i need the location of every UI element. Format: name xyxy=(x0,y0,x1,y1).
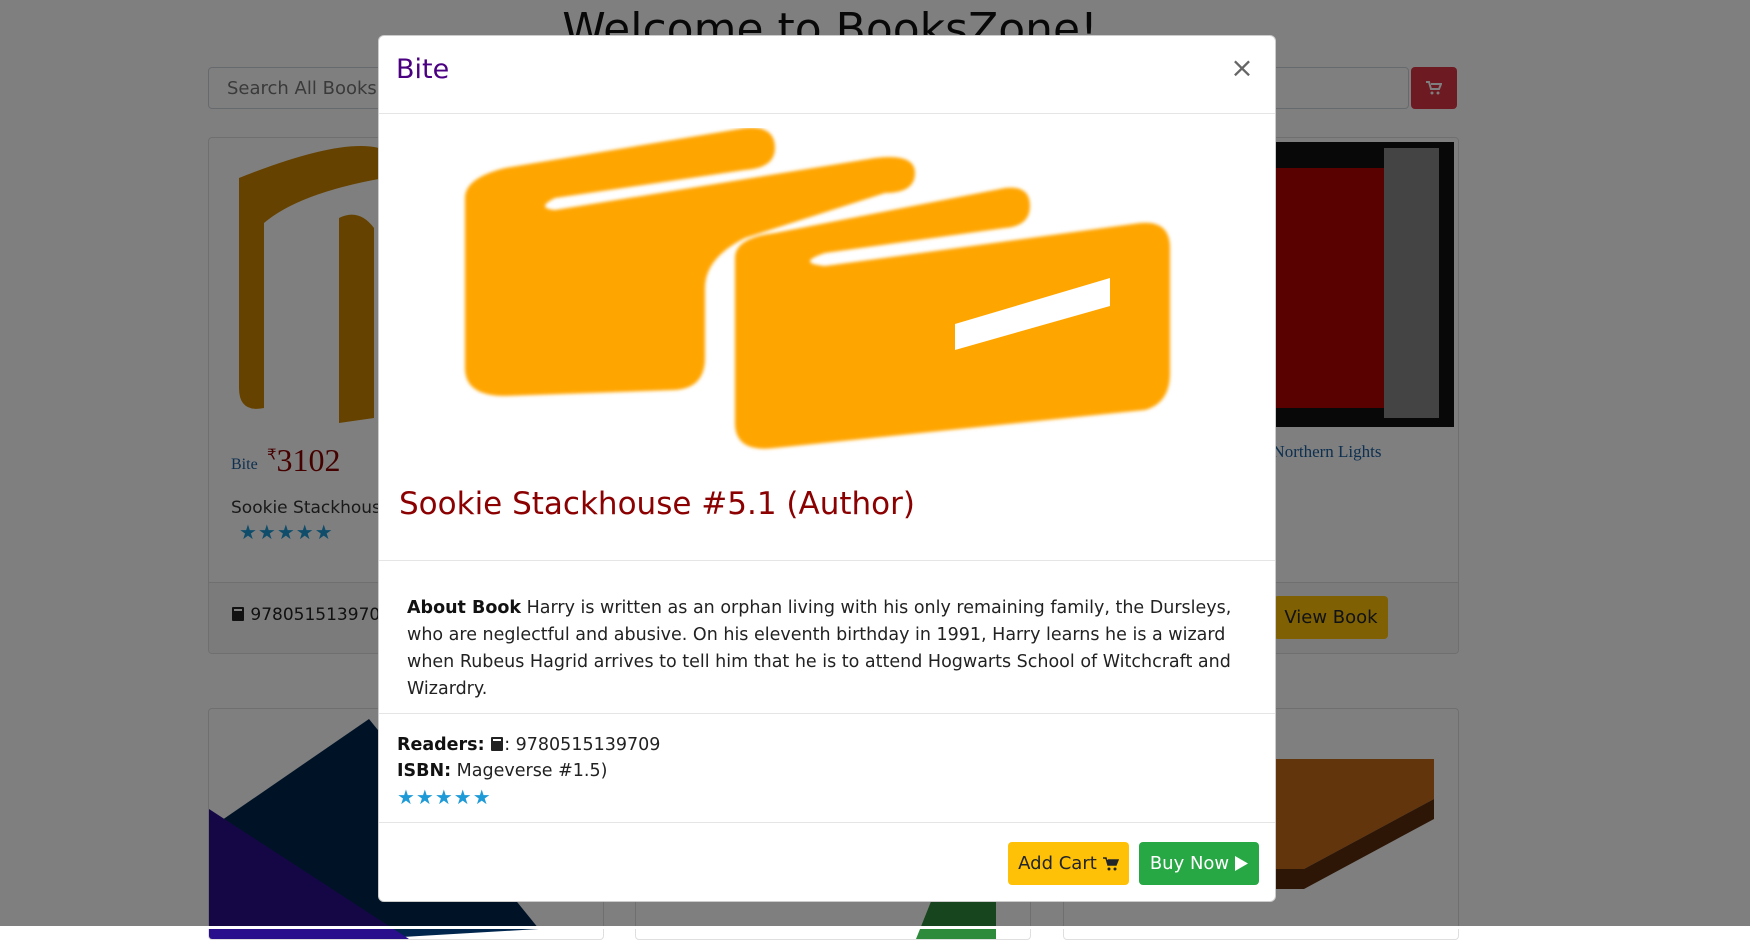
isbn-label: ISBN: xyxy=(397,761,452,781)
shopping-cart-icon xyxy=(1102,856,1119,870)
book-cover-image xyxy=(465,128,1170,449)
modal-book-title: Sookie Stackhouse #5.1 (Author) xyxy=(399,486,915,522)
book-icon xyxy=(491,737,504,751)
readers-value: : 9780515139709 xyxy=(504,735,661,755)
readers-label: Readers: xyxy=(397,735,485,755)
add-cart-label: Add Cart xyxy=(1018,853,1097,874)
readers-line: Readers: : 9780515139709 xyxy=(397,735,660,755)
modal-divider xyxy=(379,713,1275,714)
modal-divider xyxy=(379,560,1275,561)
rating-stars: ★★★★★ xyxy=(397,787,492,809)
about-book-text: About Book Harry is written as an orphan… xyxy=(407,595,1247,703)
modal-header: Bite × xyxy=(379,36,1275,114)
add-cart-button[interactable]: Add Cart xyxy=(1008,842,1129,885)
book-details-modal: Bite × Sookie Stackhouse #5.1 (Author) A… xyxy=(378,35,1276,902)
isbn-value: Mageverse #1.5) xyxy=(451,761,608,781)
about-description: Harry is written as an orphan living wit… xyxy=(407,598,1232,699)
modal-title: Bite xyxy=(396,54,450,85)
buy-now-button[interactable]: Buy Now xyxy=(1139,842,1259,885)
buy-now-label: Buy Now xyxy=(1149,853,1230,874)
play-icon xyxy=(1235,856,1249,871)
about-label: About Book xyxy=(407,598,522,618)
modal-footer-divider xyxy=(379,822,1275,823)
close-icon[interactable]: × xyxy=(1227,54,1257,84)
isbn-line: ISBN: Mageverse #1.5) xyxy=(397,761,607,781)
